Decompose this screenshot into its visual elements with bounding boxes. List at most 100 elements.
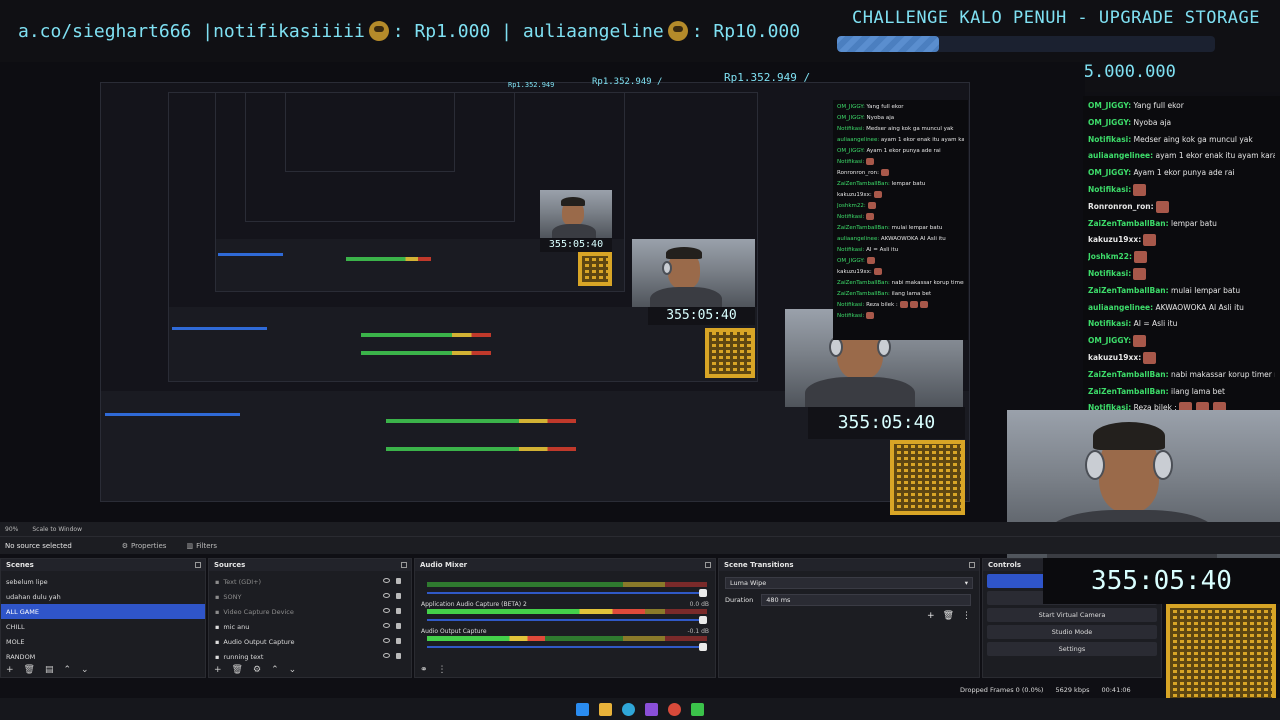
source-item[interactable]: ▪ SONY (209, 589, 411, 604)
eye-icon[interactable] (383, 653, 390, 658)
chat-username[interactable]: kakuzu19xx: (837, 192, 872, 198)
scene-item[interactable]: udahan dulu yah (1, 589, 205, 604)
chat-username[interactable]: OM_JIGGY: (1088, 118, 1131, 127)
chat-username[interactable]: Notifikasi: (837, 247, 864, 253)
source-item[interactable]: ▪ Audio Output Capture (209, 634, 411, 649)
link-icon[interactable]: ⚭ (420, 665, 428, 675)
chat-username[interactable]: ZaiZenTamballBan: (837, 291, 890, 297)
chat-username[interactable]: ZaiZenTamballBan: (837, 225, 890, 231)
edge-icon[interactable] (622, 702, 635, 716)
chat-username[interactable]: ZaiZenTamballBan: (1088, 219, 1169, 228)
trash-icon[interactable]: 🗑 (943, 611, 954, 621)
chat-username[interactable]: Notifikasi: (1088, 319, 1131, 328)
chat-username[interactable]: auliaangelinee: (1088, 303, 1153, 312)
control-button[interactable]: Studio Mode (987, 625, 1157, 639)
undock-icon[interactable] (969, 562, 975, 568)
eye-icon[interactable] (383, 638, 390, 643)
chat-username[interactable]: OM_JIGGY: (1088, 336, 1131, 345)
chat-username[interactable]: Joshkm22: (837, 203, 866, 209)
file-explorer-icon[interactable] (599, 702, 612, 716)
source-item[interactable]: ▪ Text (GDI+) (209, 574, 411, 589)
eye-icon[interactable] (383, 623, 390, 628)
chat-username[interactable]: kakuzu19xx: (1088, 235, 1141, 244)
chat-username[interactable]: Notifikasi: (1088, 185, 1131, 194)
chat-username[interactable]: Notifikasi: (1088, 135, 1131, 144)
chat-username[interactable]: OM_JIGGY: (837, 115, 865, 121)
slider-knob[interactable] (699, 589, 707, 597)
undock-icon[interactable] (401, 562, 407, 568)
chat-username[interactable]: auliaangelinee: (837, 137, 879, 143)
lock-icon[interactable] (396, 593, 401, 599)
chat-username[interactable]: Joshkm22: (1088, 252, 1132, 261)
chat-username[interactable]: ZaiZenTamballBan: (1088, 370, 1169, 379)
chevron-down-icon[interactable]: ⌄ (289, 665, 297, 675)
control-button[interactable]: Start Virtual Camera (987, 608, 1157, 622)
chat-username[interactable]: OM_JIGGY: (837, 104, 865, 110)
eye-icon[interactable] (383, 608, 390, 613)
chat-username[interactable]: ZaiZenTamballBan: (837, 280, 890, 286)
gear-icon[interactable]: ⚙ (253, 665, 261, 675)
undock-icon[interactable] (195, 562, 201, 568)
chevron-up-icon[interactable]: ⌃ (64, 665, 72, 675)
lock-icon[interactable] (396, 578, 401, 584)
volume-slider[interactable] (427, 643, 707, 651)
properties-button[interactable]: ⚙ Properties (122, 542, 167, 550)
chevron-up-icon[interactable]: ⌃ (271, 665, 279, 675)
chat-username[interactable]: OM_JIGGY: (837, 258, 865, 264)
chat-username[interactable]: ZaiZenTamballBan: (1088, 286, 1169, 295)
scene-item[interactable]: sebelum lipe (1, 574, 205, 589)
chat-username[interactable]: Notifikasi: (837, 214, 864, 220)
chat-username[interactable]: Notifikasi: (837, 159, 864, 165)
source-item[interactable]: ▪ mic anu (209, 619, 411, 634)
chat-username[interactable]: Ronronron_ron: (837, 170, 879, 176)
scene-item[interactable]: RANDOM (1, 649, 205, 664)
undock-icon[interactable] (705, 562, 711, 568)
add-icon[interactable]: + (927, 611, 935, 621)
chat-username[interactable]: Ronronron_ron: (1088, 202, 1154, 211)
chat-username[interactable]: Notifikasi: (837, 313, 864, 319)
chat-username[interactable]: auliaangelinee: (837, 236, 879, 242)
slider-knob[interactable] (699, 616, 707, 624)
lock-icon[interactable] (396, 653, 401, 659)
chat-username[interactable]: kakuzu19xx: (837, 269, 872, 275)
play-icon[interactable] (691, 702, 704, 716)
chat-username[interactable]: ZaiZenTamballBan: (1088, 387, 1169, 396)
chat-username[interactable]: OM_JIGGY: (837, 148, 865, 154)
filter-icon[interactable]: ▤ (45, 665, 54, 675)
obs-icon[interactable] (668, 702, 681, 716)
chat-username[interactable]: OM_JIGGY: (1088, 168, 1131, 177)
chat-username[interactable]: Notifikasi: (1088, 269, 1131, 278)
lock-icon[interactable] (396, 638, 401, 644)
scale-label[interactable]: Scale to Window (32, 526, 82, 533)
chat-username[interactable]: Notifikasi: (837, 302, 864, 308)
add-icon[interactable]: + (214, 665, 222, 675)
scene-item[interactable]: ALL GAME (1, 604, 205, 619)
volume-slider[interactable] (427, 589, 707, 597)
add-icon[interactable]: + (6, 665, 14, 675)
trash-icon[interactable]: 🗑 (24, 665, 35, 675)
transition-select[interactable]: Luma Wipe ▾ (725, 577, 973, 589)
chat-username[interactable]: Notifikasi: (837, 126, 864, 132)
chevron-down-icon[interactable]: ⌄ (81, 665, 89, 675)
source-item[interactable]: ▪ Video Capture Device (209, 604, 411, 619)
scene-item[interactable]: CHILL (1, 619, 205, 634)
duration-input[interactable]: 480 ms (761, 594, 972, 606)
chat-username[interactable]: OM_JIGGY: (1088, 101, 1131, 110)
obs-preview-canvas[interactable]: Rp1.352.949 / Rp1.352.949 / Rp1.352.949 … (0, 62, 1085, 522)
scene-item[interactable]: MOLE (1, 634, 205, 649)
app-icon[interactable] (645, 702, 658, 716)
lock-icon[interactable] (396, 623, 401, 629)
more-icon[interactable]: ⋮ (962, 611, 971, 621)
filters-button[interactable]: ▥ Filters (186, 542, 217, 550)
eye-icon[interactable] (383, 593, 390, 598)
slider-knob[interactable] (699, 643, 707, 651)
lock-icon[interactable] (396, 608, 401, 614)
control-button[interactable]: Settings (987, 642, 1157, 656)
chat-username[interactable]: ZaiZenTamballBan: (837, 181, 890, 187)
chat-username[interactable]: auliaangelinee: (1088, 151, 1153, 160)
start-icon[interactable] (576, 702, 589, 716)
source-item[interactable]: ▪ running text (209, 649, 411, 664)
volume-slider[interactable] (427, 616, 707, 624)
more-icon[interactable]: ⋮ (438, 665, 447, 675)
zoom-label[interactable]: 90% (5, 526, 18, 533)
